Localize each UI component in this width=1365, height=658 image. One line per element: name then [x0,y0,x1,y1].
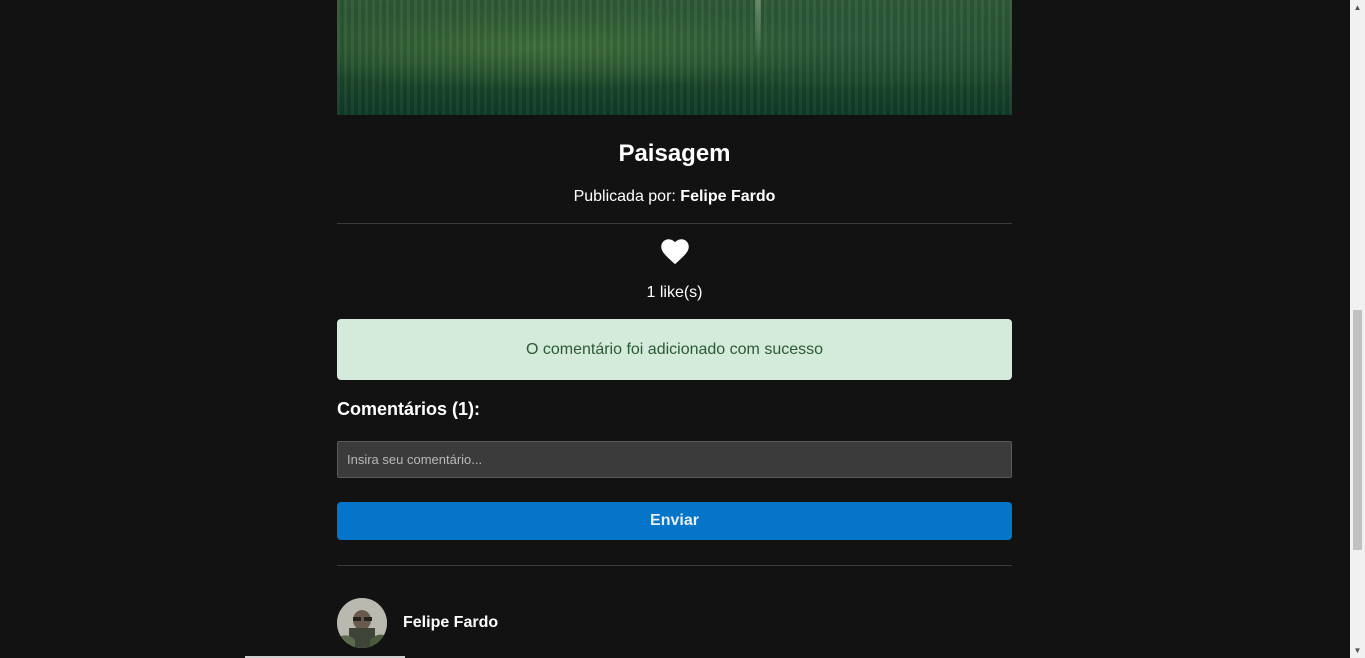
scrollbar-thumb[interactable] [1353,310,1362,550]
author-name: Felipe Fardo [680,188,776,205]
author-prefix: Publicada por: [573,188,681,205]
comment-input[interactable] [337,441,1012,478]
avatar-photo [337,598,387,648]
post-image [337,0,1012,115]
divider [337,565,1012,566]
image-detail [755,0,761,60]
heart-icon [661,239,689,265]
like-count: 1 like(s) [646,284,703,301]
post-author-line: Publicada por: Felipe Fardo [337,188,1012,206]
avatar [337,598,387,648]
send-button[interactable]: Enviar [337,502,1012,540]
chevron-up-icon[interactable]: ▲ [1350,0,1365,15]
like-button[interactable] [660,237,690,265]
success-alert: O comentário foi adicionado com sucesso [337,319,1012,380]
page-scrollbar[interactable]: ▲ ▼ [1350,0,1365,658]
post-page: Paisagem Publicada por: Felipe Fardo 1 l… [0,0,1365,658]
comments-heading: Comentários (1): [337,399,481,419]
divider [337,223,1012,224]
chevron-down-icon[interactable]: ▼ [1350,643,1365,658]
comment-author: Felipe Fardo [403,614,499,631]
post-title: Paisagem [618,140,731,167]
